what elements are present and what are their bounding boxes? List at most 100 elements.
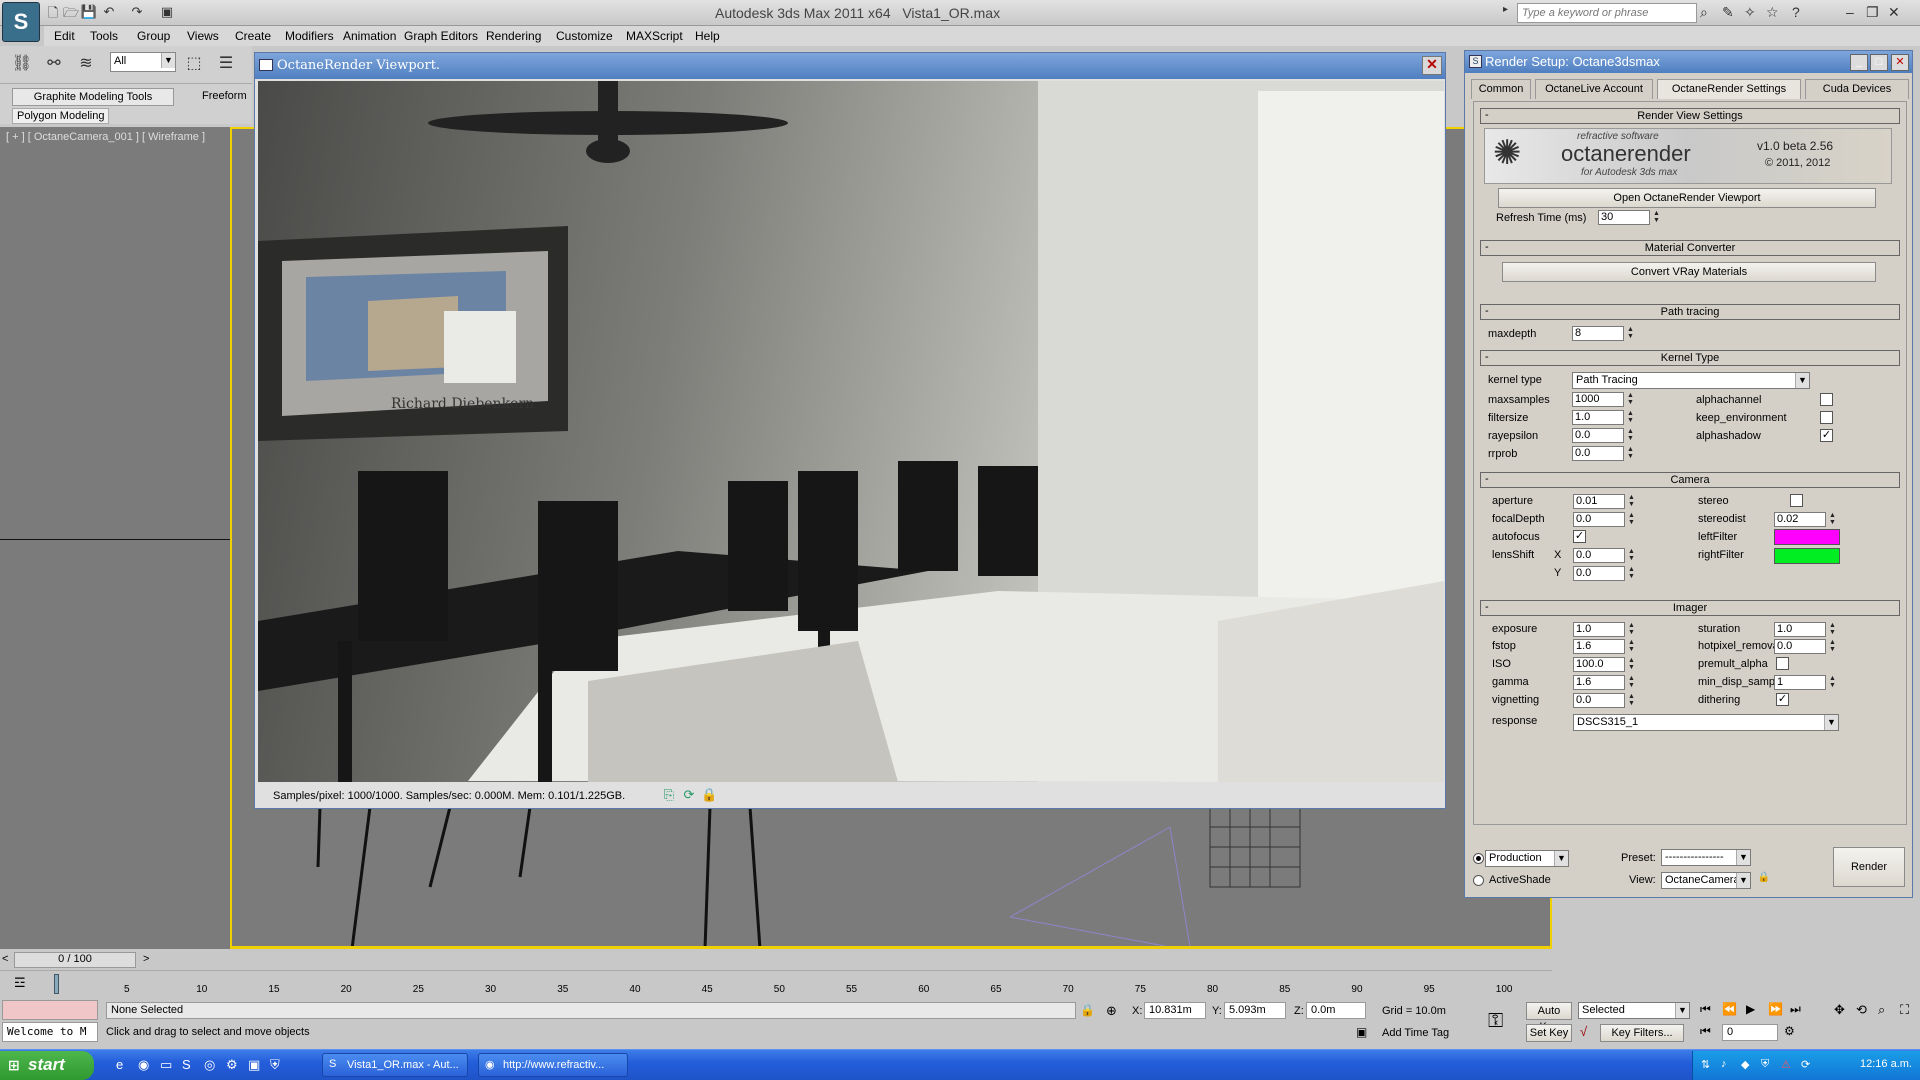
help-icon[interactable]: ?: [1792, 4, 1800, 20]
spinner-icon[interactable]: ▲ ▼: [1626, 326, 1635, 341]
save-icon[interactable]: 💾: [80, 4, 98, 20]
selection-lock-icon[interactable]: 🔒: [1080, 1003, 1095, 1017]
add-time-tag-button[interactable]: Add Time Tag: [1382, 1027, 1449, 1039]
minimize-icon[interactable]: _: [1850, 54, 1868, 71]
tab-polygon-modeling[interactable]: Polygon Modeling: [12, 108, 110, 124]
folder-icon[interactable]: ▭: [160, 1057, 172, 1073]
shield-icon[interactable]: ⛨: [270, 1057, 280, 1073]
select-by-name-icon[interactable]: ☰: [214, 52, 238, 76]
spinner-icon[interactable]: ▲ ▼: [1627, 622, 1636, 637]
spinner-icon[interactable]: ▲ ▼: [1627, 566, 1636, 581]
right-filter-color-swatch[interactable]: [1774, 548, 1840, 564]
open-octanerender-viewport-button[interactable]: Open OctaneRender Viewport: [1498, 188, 1876, 208]
tab-cuda-devices[interactable]: Cuda Devices: [1805, 79, 1909, 99]
spinner-icon[interactable]: ▲ ▼: [1626, 392, 1635, 407]
favorites-icon[interactable]: ☆: [1766, 4, 1779, 21]
camera-update-icon[interactable]: ⎘: [661, 787, 677, 803]
rollout-kernel-type[interactable]: - Kernel Type: [1480, 350, 1900, 366]
subscription-icon[interactable]: ✎: [1722, 4, 1734, 21]
lens-shift-x-input[interactable]: 0.0: [1573, 548, 1625, 563]
spinner-icon[interactable]: ▲ ▼: [1828, 675, 1837, 690]
acrobat-icon[interactable]: ▣: [248, 1057, 260, 1073]
3ds-max-icon[interactable]: S: [182, 1057, 191, 1072]
iso-input[interactable]: 100.0: [1573, 657, 1625, 672]
time-slider[interactable]: < >: [0, 952, 1552, 970]
key-mode-toggle-icon[interactable]: ⏮: [1700, 1024, 1711, 1039]
rrprob-input[interactable]: 0.0: [1572, 446, 1624, 461]
spinner-icon[interactable]: ▲ ▼: [1627, 512, 1636, 527]
restore-icon[interactable]: ❐: [1866, 4, 1879, 21]
menu-views[interactable]: Views: [187, 29, 219, 43]
premult-alpha-checkbox[interactable]: [1776, 657, 1789, 670]
stereodist-input[interactable]: 0.02: [1774, 512, 1826, 527]
menu-tools[interactable]: Tools: [90, 29, 118, 43]
nvidia-icon[interactable]: ◆: [1741, 1058, 1749, 1071]
menu-help[interactable]: Help: [695, 29, 720, 43]
menu-maxscript[interactable]: MAXScript: [626, 29, 683, 43]
render-preview-image[interactable]: Richard Diebenkorn: [258, 81, 1444, 782]
open-file-icon[interactable]: 🗁: [62, 4, 80, 20]
close-button[interactable]: ✕: [1422, 56, 1442, 75]
convert-vray-materials-button[interactable]: Convert VRay Materials: [1502, 262, 1876, 282]
spinner-icon[interactable]: ▲ ▼: [1828, 622, 1837, 637]
taskbar-item-3ds-max[interactable]: S Vista1_OR.max - Aut...: [322, 1053, 468, 1077]
binoculars-icon[interactable]: ⌕: [1700, 4, 1708, 21]
lens-shift-y-input[interactable]: 0.0: [1573, 566, 1625, 581]
time-configuration-icon[interactable]: ⚙: [1784, 1024, 1795, 1038]
vignetting-input[interactable]: 0.0: [1573, 693, 1625, 708]
keep-environment-checkbox[interactable]: [1820, 411, 1833, 424]
minimize-icon[interactable]: –: [1846, 4, 1854, 20]
left-filter-color-swatch[interactable]: [1774, 529, 1840, 545]
key-mode-dropdown[interactable]: Selected ▼: [1578, 1002, 1690, 1019]
menu-customize[interactable]: Customize: [556, 29, 613, 43]
menu-edit[interactable]: Edit: [54, 29, 75, 43]
restart-render-icon[interactable]: ⟳: [681, 787, 697, 803]
tab-common[interactable]: Common: [1471, 79, 1531, 99]
spinner-icon[interactable]: ▲ ▼: [1626, 428, 1635, 443]
pan-icon[interactable]: ✥: [1834, 1002, 1845, 1018]
zoom-icon[interactable]: ⌕: [1878, 1002, 1885, 1018]
rollout-render-view-settings[interactable]: - Render View Settings: [1480, 108, 1900, 124]
menu-group[interactable]: Group: [137, 29, 170, 43]
firefox-icon[interactable]: ◉: [138, 1057, 149, 1073]
alphachannel-checkbox[interactable]: [1820, 393, 1833, 406]
new-file-icon[interactable]: 🗋: [44, 4, 62, 20]
previous-frame-icon[interactable]: <: [2, 953, 8, 965]
maxsamples-input[interactable]: 1000: [1572, 392, 1624, 407]
spinner-icon[interactable]: ▲ ▼: [1627, 675, 1636, 690]
antivirus-icon[interactable]: ⛨: [1761, 1058, 1769, 1071]
y-coord-input[interactable]: 5.093m: [1224, 1002, 1286, 1019]
key-tangent-icon[interactable]: √: [1580, 1024, 1587, 1039]
expand-search-icon[interactable]: ▸: [1503, 4, 1508, 15]
rollout-material-converter[interactable]: - Material Converter: [1480, 240, 1900, 256]
menu-animation[interactable]: Animation: [343, 29, 396, 43]
spinner-icon[interactable]: ▲ ▼: [1627, 657, 1636, 672]
viewport-label[interactable]: [ + ] [ OctaneCamera_001 ] [ Wireframe ]: [6, 131, 205, 143]
ie-icon[interactable]: e: [116, 1057, 123, 1072]
next-frame-icon[interactable]: >: [143, 953, 149, 965]
time-slider-frame-label[interactable]: 0 / 100: [14, 952, 136, 968]
menu-modifiers[interactable]: Modifiers: [285, 29, 334, 43]
key-filters-button[interactable]: Key Filters...: [1600, 1024, 1684, 1042]
go-to-end-icon[interactable]: ⏭: [1790, 1002, 1801, 1017]
volume-icon[interactable]: ♪: [1721, 1058, 1727, 1070]
select-object-icon[interactable]: ⬚: [182, 52, 206, 76]
redo-icon[interactable]: ↷: [128, 4, 146, 20]
render-mode-dropdown[interactable]: Production ▼: [1485, 850, 1569, 867]
alert-icon[interactable]: ⚠: [1781, 1058, 1791, 1071]
menu-rendering[interactable]: Rendering: [486, 29, 541, 43]
taskbar-item-browser[interactable]: ◉ http://www.refractiv...: [478, 1053, 628, 1077]
lock-view-icon[interactable]: 🔒: [1757, 872, 1771, 889]
rollout-imager[interactable]: - Imager: [1480, 600, 1900, 616]
autofocus-checkbox[interactable]: ✓: [1573, 530, 1586, 543]
start-button[interactable]: ⊞ start: [0, 1051, 94, 1080]
selection-filter-dropdown[interactable]: All ▼: [110, 52, 176, 72]
z-coord-input[interactable]: 0.0m: [1306, 1002, 1366, 1019]
project-folder-icon[interactable]: ▣: [158, 4, 176, 20]
focal-depth-input[interactable]: 0.0: [1573, 512, 1625, 527]
next-key-icon[interactable]: ⏩: [1768, 1002, 1783, 1016]
close-icon[interactable]: ✕: [1888, 4, 1900, 21]
alphashadow-checkbox[interactable]: ✓: [1820, 429, 1833, 442]
spinner-icon[interactable]: ▲ ▼: [1828, 639, 1837, 654]
timeline-track[interactable]: ☲ 5 10 15 20 25 30 35 40 45 50 55 60 65 70 75 80 85 90 95 1…: [0, 970, 1552, 1000]
